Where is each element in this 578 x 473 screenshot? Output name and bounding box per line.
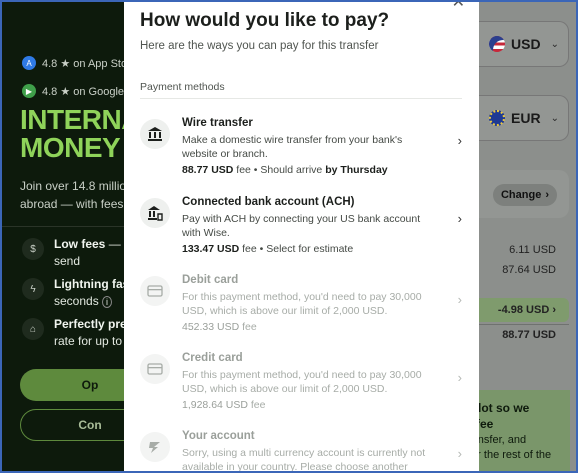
chevron-right-icon: ›	[545, 189, 549, 201]
chevron-right-icon: ›	[457, 292, 462, 307]
chevron-right-icon: ›	[457, 370, 462, 385]
payment-method-modal: ✕ How would you like to pay? Here are th…	[124, 2, 479, 473]
option-fee: 133.47 USD fee • Select for estimate	[182, 243, 354, 255]
option-description: Pay with ACH by connecting your US bank …	[182, 213, 421, 239]
feature-low-fees: $ Low fees — fe send	[22, 236, 134, 270]
change-button[interactable]: Change ›	[493, 184, 557, 206]
option-description: For this payment method, you'd need to p…	[182, 369, 422, 395]
option-name: Debit card	[182, 274, 239, 286]
app-store-rating: A 4.8 ★ on App Store	[22, 56, 137, 70]
option-name: Credit card	[182, 352, 243, 364]
google-play-icon: ▶	[22, 84, 36, 98]
money-icon: $	[22, 238, 44, 260]
option-name: Connected bank account (ACH)	[182, 196, 355, 208]
card-icon	[140, 276, 170, 306]
fee-amount: 87.64 USD	[502, 264, 556, 276]
payment-option-ach[interactable]: Connected bank account (ACH) Pay with AC…	[140, 194, 462, 255]
chevron-right-icon: ›	[457, 133, 462, 148]
option-fee: 452.33 USD fee	[182, 321, 257, 333]
option-name: Wire transfer	[182, 117, 253, 129]
total-fees: 88.77 USD	[502, 329, 556, 341]
divider	[140, 98, 462, 99]
chevron-down-icon: ⌄	[550, 112, 559, 124]
card-icon	[140, 354, 170, 384]
send-currency-select[interactable]: USD ⌄	[479, 21, 569, 67]
payment-option-credit-card[interactable]: Credit card For this payment method, you…	[140, 350, 462, 411]
divider	[2, 226, 124, 227]
chevron-down-icon: ⌄	[550, 38, 559, 50]
savings-amount: -4.98 USD ›	[497, 304, 556, 316]
option-name: Your account	[182, 430, 255, 442]
chevron-right-icon: ›	[552, 304, 556, 316]
feature-locked-rate: ⌂ Perfectly pre rate for up to	[22, 316, 127, 350]
payment-option-your-account[interactable]: Your account Sorry, using a multi curren…	[140, 428, 462, 473]
option-description: For this payment method, you'd need to p…	[182, 291, 422, 317]
lightning-icon: ϟ	[22, 278, 44, 300]
modal-subtitle: Here are the ways you can pay for this t…	[140, 40, 379, 52]
info-icon: i	[102, 296, 113, 308]
option-description: Sorry, using a multi currency account is…	[182, 447, 426, 473]
app-frame: A 4.8 ★ on App Store ▶ 4.8 ★ on Google P…	[0, 0, 578, 473]
app-store-icon: A	[22, 56, 36, 70]
bank-link-icon	[140, 198, 170, 228]
modal-title: How would you like to pay?	[140, 10, 390, 31]
divider	[479, 324, 569, 325]
bank-icon	[140, 119, 170, 149]
wise-logo-icon	[140, 432, 170, 462]
fee-amount: 6.11 USD	[509, 244, 556, 256]
chevron-right-icon: ›	[457, 211, 462, 226]
feature-lightning-fast: ϟ Lightning fast seconds i	[22, 276, 133, 311]
eu-flag-icon	[489, 110, 505, 126]
option-fee: 1,928.64 USD fee	[182, 399, 266, 411]
option-fee: 88.77 USD fee • Should arrive by Thursda…	[182, 164, 388, 176]
receive-currency-select[interactable]: EUR ⌄	[479, 95, 569, 141]
google-play-rating: ▶ 4.8 ★ on Google Pl	[22, 84, 137, 98]
section-label: Payment methods	[140, 81, 225, 93]
option-description: Make a domestic wire transfer from your …	[182, 134, 403, 160]
payment-option-wire-transfer[interactable]: Wire transfer Make a domestic wire trans…	[140, 115, 462, 176]
lock-icon: ⌂	[22, 318, 44, 340]
close-icon[interactable]: ✕	[452, 2, 465, 12]
chevron-right-icon: ›	[457, 446, 462, 461]
hero-subcopy: Join over 14.8 millio abroad — with fees	[20, 179, 127, 211]
payment-option-debit-card[interactable]: Debit card For this payment method, you'…	[140, 272, 462, 333]
us-flag-icon	[489, 36, 505, 52]
